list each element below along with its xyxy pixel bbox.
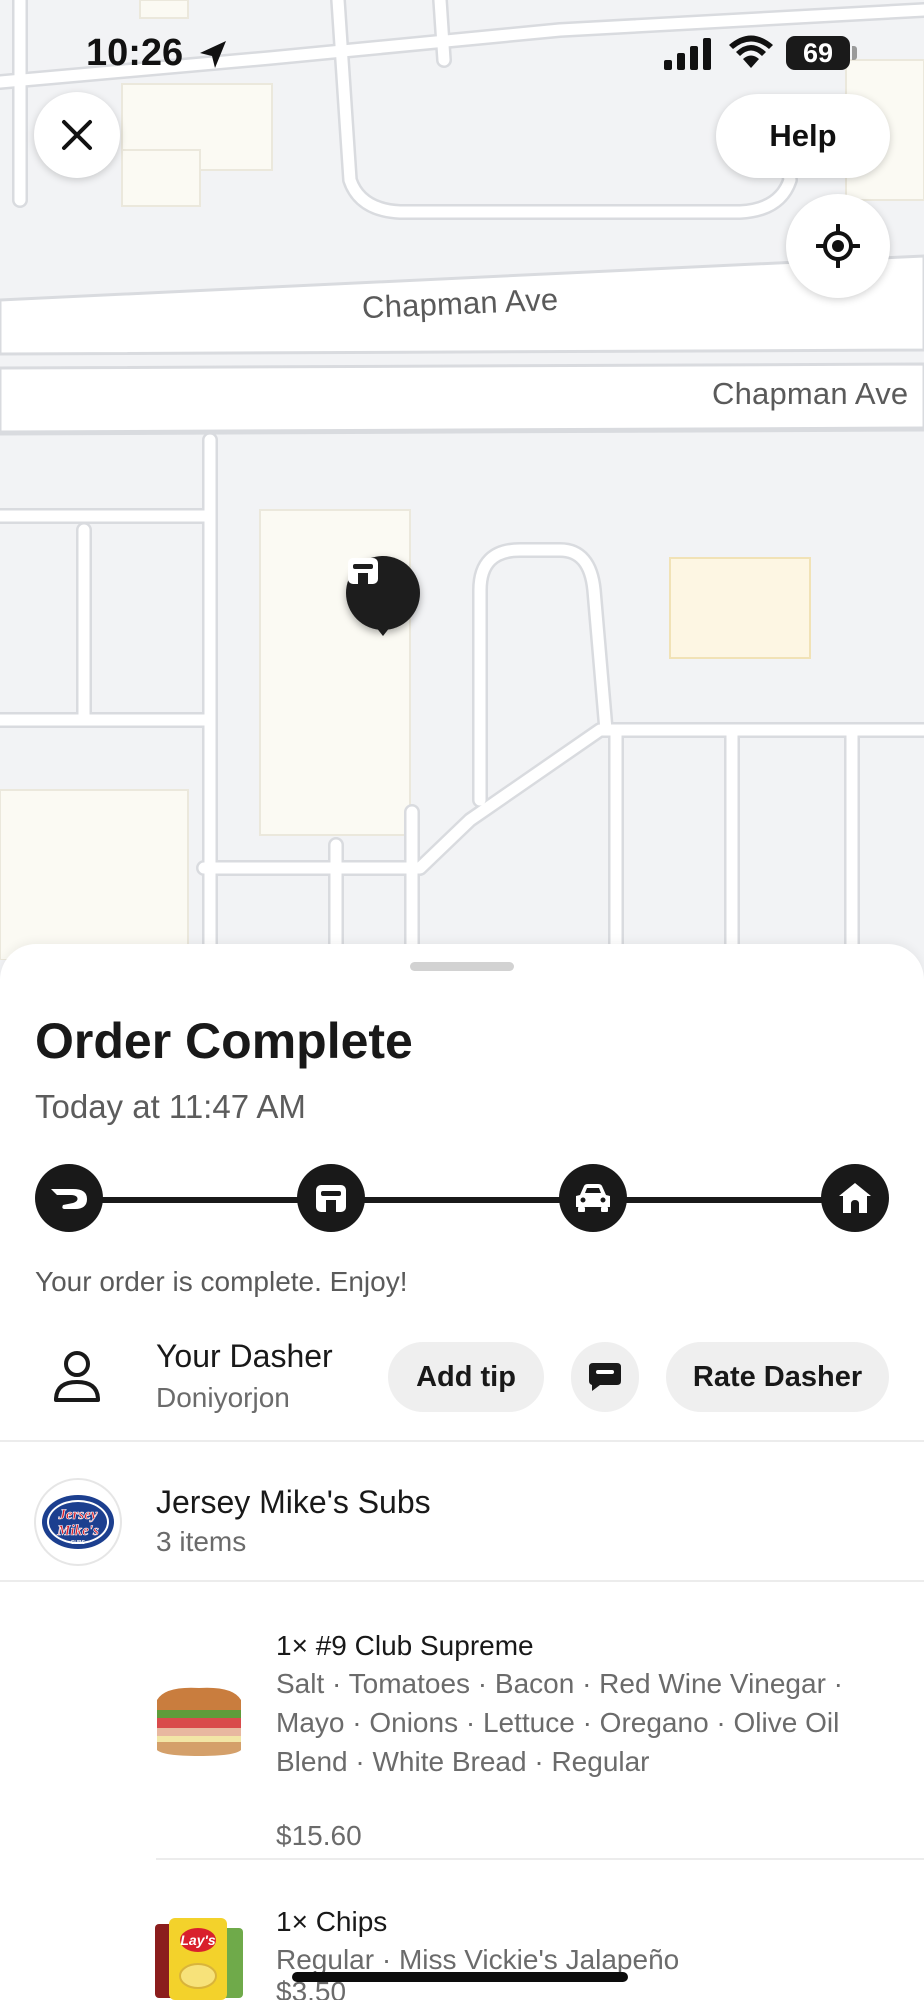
- sheet-grabber[interactable]: [410, 962, 514, 971]
- progress-step-store: [297, 1164, 365, 1232]
- store-pin-tail: [372, 622, 394, 636]
- item-price: $15.60: [276, 1820, 362, 1851]
- svg-text:SUBS: SUBS: [71, 1540, 86, 1546]
- crosshair-icon: [816, 224, 860, 268]
- svg-text:Jersey: Jersey: [57, 1507, 97, 1523]
- close-icon: [62, 120, 92, 150]
- order-progress-tracker: [35, 1164, 891, 1234]
- chips-image: Lay's: [155, 1918, 243, 2000]
- message-dasher-button[interactable]: [571, 1342, 639, 1412]
- store-icon: [316, 1185, 346, 1212]
- close-button[interactable]: [34, 92, 120, 178]
- dasher-row: Your Dasher Doniyorjon Add tip Rate Dash…: [0, 1328, 924, 1428]
- battery-indicator: 69: [786, 36, 850, 70]
- order-item: 1× #9 Club Supreme Salt · Tomatoes · Bac…: [0, 1604, 924, 1851]
- jersey-mikes-logo: Jersey Mike's SUBS: [42, 1495, 114, 1549]
- status-time: 10:26: [86, 32, 184, 74]
- home-icon: [839, 1183, 871, 1213]
- item-options: Salt · Tomatoes · Bacon · Red Wine Vineg…: [276, 1668, 843, 1777]
- item-title: 1× #9 Club Supreme: [276, 1630, 534, 1661]
- recenter-location-button[interactable]: [786, 194, 890, 298]
- rate-dasher-button[interactable]: Rate Dasher: [666, 1342, 889, 1412]
- svg-text:Mike's: Mike's: [56, 1523, 99, 1539]
- store-row[interactable]: Jersey Mike's SUBS Jersey Mike's Subs 3 …: [0, 1466, 924, 1582]
- street-label: Chapman Ave: [712, 376, 909, 411]
- wifi-icon: [729, 35, 773, 68]
- order-details-sheet[interactable]: Order Complete Today at 11:47 AM Your or…: [0, 944, 924, 2000]
- cellular-signal-icon: [664, 38, 711, 70]
- battery-cap: [852, 46, 857, 60]
- page-title: Order Complete: [35, 1013, 413, 1069]
- divider: [0, 1580, 924, 1582]
- svg-text:Lay's: Lay's: [180, 1932, 215, 1948]
- sandwich-image: [157, 1687, 241, 1756]
- store-location-pin[interactable]: [346, 556, 420, 630]
- store-name: Jersey Mike's Subs: [156, 1484, 431, 1520]
- location-arrow-icon: [200, 41, 226, 68]
- divider: [156, 1858, 924, 1860]
- person-icon: [54, 1351, 100, 1402]
- store-item-count: 3 items: [156, 1526, 247, 1557]
- order-status-message: Your order is complete. Enjoy!: [35, 1266, 408, 1297]
- store-icon: [348, 558, 378, 584]
- progress-step-car: [559, 1164, 627, 1232]
- home-indicator: [292, 1972, 628, 1982]
- progress-line: [65, 1197, 861, 1203]
- dasher-logo-icon: [51, 1189, 87, 1209]
- divider: [0, 1440, 924, 1442]
- add-tip-button[interactable]: Add tip: [388, 1342, 544, 1412]
- help-button[interactable]: Help: [716, 94, 890, 178]
- order-timestamp: Today at 11:47 AM: [35, 1088, 306, 1125]
- dasher-name: Doniyorjon: [156, 1382, 290, 1413]
- progress-step-dasher: [35, 1164, 103, 1232]
- progress-step-home: [821, 1164, 889, 1232]
- dasher-label: Your Dasher: [156, 1338, 333, 1374]
- chat-icon: [589, 1363, 621, 1391]
- store-logo: Jersey Mike's SUBS: [34, 1478, 122, 1566]
- car-icon: [576, 1184, 610, 1212]
- item-title: 1× Chips: [276, 1906, 388, 1937]
